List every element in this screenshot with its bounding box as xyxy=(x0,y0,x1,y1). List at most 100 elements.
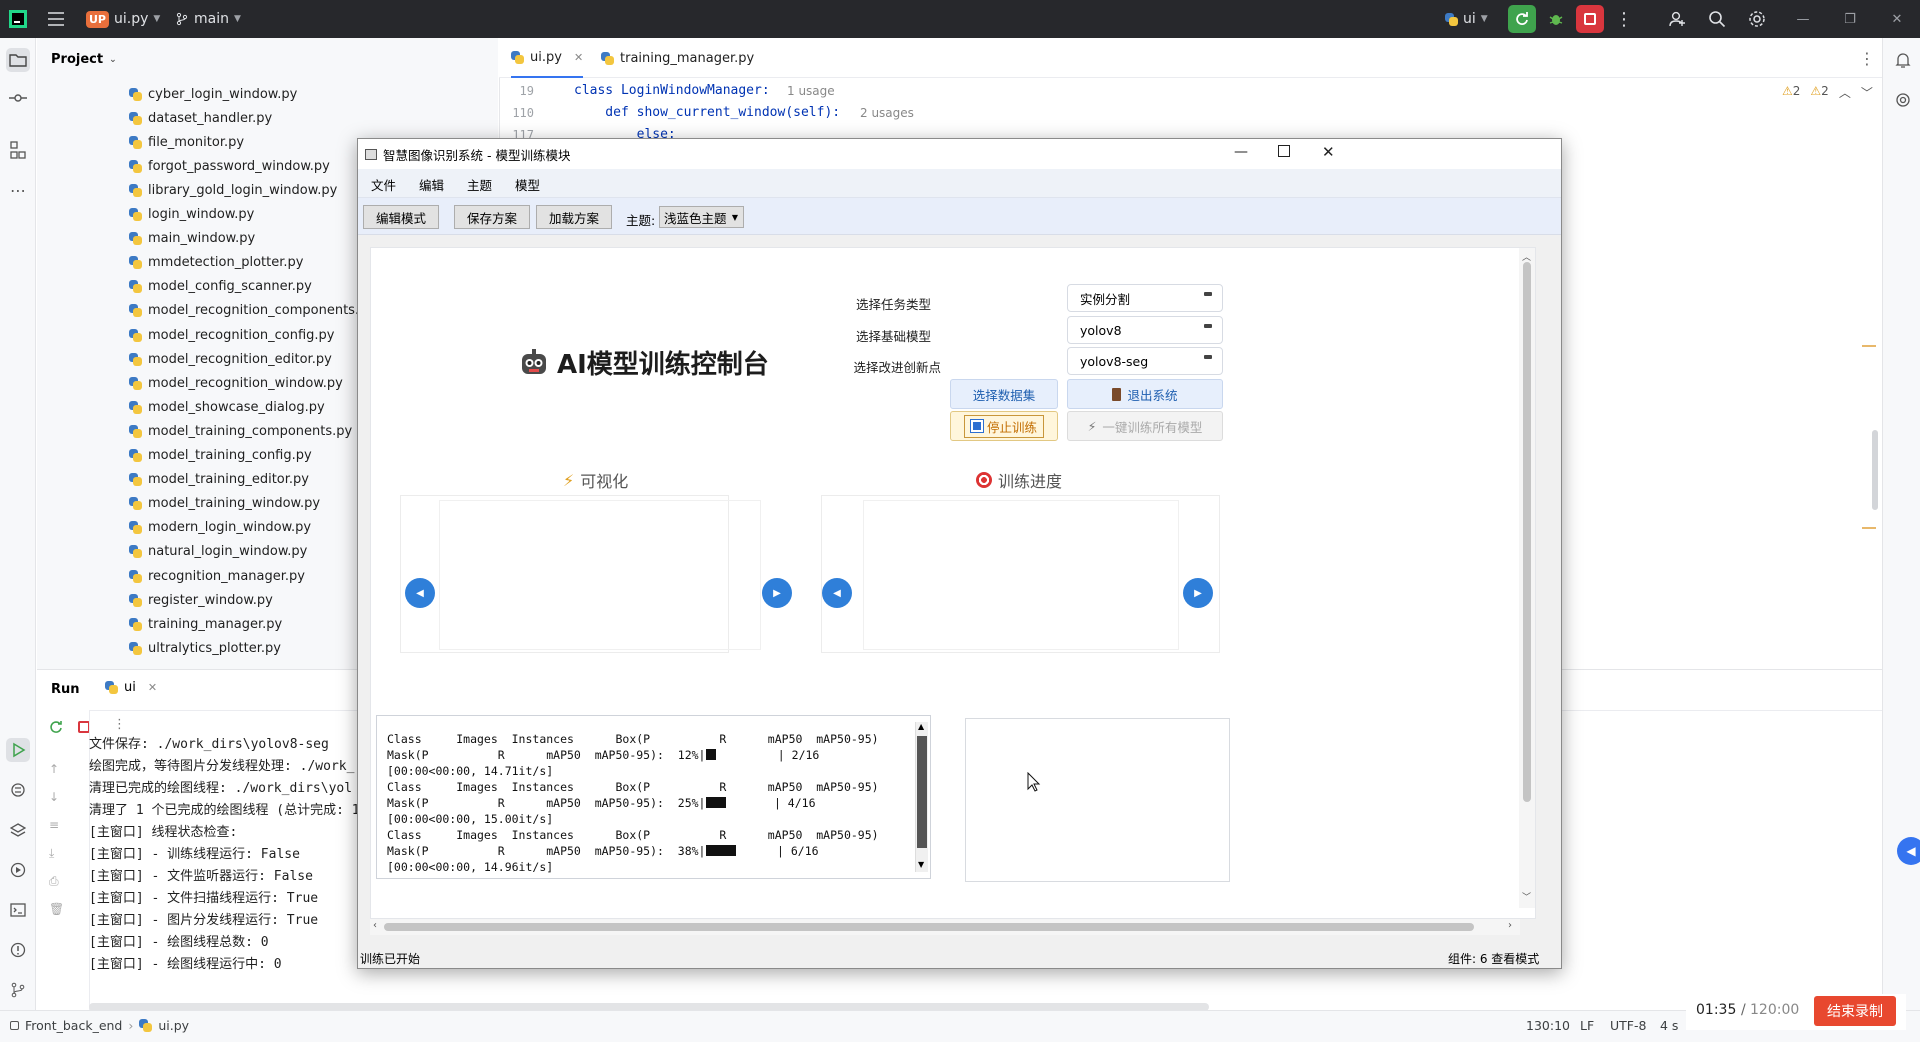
canvas-vertical-scrollbar[interactable]: ︿ ﹀ xyxy=(1519,248,1535,908)
stop-training-button[interactable]: 停止训练 xyxy=(950,411,1058,441)
chevron-down-icon[interactable]: ▼ xyxy=(918,860,924,869)
git-icon[interactable] xyxy=(6,978,30,1002)
train-all-button[interactable]: ⚡ 一键训练所有模型 xyxy=(1067,411,1223,441)
chevron-down-icon[interactable]: ﹀ xyxy=(1861,84,1873,101)
down-arrow-icon[interactable]: ↓ xyxy=(49,783,64,811)
project-file-item[interactable]: model_recognition_components.py xyxy=(129,301,375,321)
scroll-end-icon[interactable]: ⤓ xyxy=(49,839,64,867)
minimize-icon[interactable]: — xyxy=(1234,144,1248,160)
run-tool-icon[interactable] xyxy=(6,738,30,762)
project-file-item[interactable]: ultralytics_plotter.py xyxy=(129,638,281,658)
chevron-up-icon[interactable]: ▲ xyxy=(918,722,924,731)
exit-system-button[interactable]: 退出系统 xyxy=(1067,379,1223,409)
chevron-left-icon[interactable]: ‹ xyxy=(373,920,377,931)
tab-training-manager-py[interactable]: training_manager.py xyxy=(601,38,754,78)
caret-position[interactable]: 130:10 xyxy=(1526,1018,1570,1033)
save-plan-button[interactable]: 保存方案 xyxy=(454,205,531,229)
services-icon[interactable] xyxy=(6,858,30,882)
project-file-item[interactable]: dataset_handler.py xyxy=(129,108,272,128)
commit-icon[interactable] xyxy=(6,86,30,110)
folder-icon[interactable] xyxy=(6,48,30,72)
log-scrollbar[interactable]: ▲ ▼ xyxy=(915,722,928,872)
progress-next-button[interactable]: ▶ xyxy=(1183,578,1213,608)
project-file-item[interactable]: login_window.py xyxy=(129,205,254,225)
close-icon[interactable]: ✕ xyxy=(1883,5,1911,33)
log-scroll-thumb[interactable] xyxy=(917,736,927,848)
innovation-select[interactable]: yolov8-seg xyxy=(1067,347,1223,375)
up-arrow-icon[interactable]: ↑ xyxy=(49,755,64,783)
line-separator[interactable]: LF xyxy=(1580,1018,1594,1033)
project-file-item[interactable]: model_training_components.py xyxy=(129,421,352,441)
progress-prev-button[interactable]: ◀ xyxy=(822,578,852,608)
project-file-item[interactable]: mmdetection_plotter.py xyxy=(129,253,303,273)
select-dataset-button[interactable]: 选择数据集 xyxy=(950,379,1058,409)
project-file-item[interactable]: model_training_editor.py xyxy=(129,470,309,490)
minimize-icon[interactable]: — xyxy=(1789,5,1817,33)
wrap-icon[interactable]: ≡ xyxy=(49,811,64,839)
project-file-item[interactable]: model_recognition_window.py xyxy=(129,373,343,393)
project-file-item[interactable]: model_training_window.py xyxy=(129,494,320,514)
chevron-right-icon[interactable]: › xyxy=(1508,920,1512,931)
project-file-item[interactable]: training_manager.py xyxy=(129,614,282,634)
settings-button[interactable] xyxy=(1743,5,1771,33)
more-actions-icon[interactable]: ⋮ xyxy=(113,717,126,732)
problems-icon[interactable] xyxy=(6,938,30,962)
chevron-up-icon[interactable]: ︿ xyxy=(1839,84,1851,101)
notifications-icon[interactable] xyxy=(1891,48,1915,72)
theme-select[interactable]: 浅蓝色主题 ▼ xyxy=(659,206,744,228)
python-console-icon[interactable] xyxy=(6,778,30,802)
training-log[interactable]: Class Images Instances Box(P R mAP50 mAP… xyxy=(376,715,931,879)
more-tools-icon[interactable]: ⋯ xyxy=(6,178,30,202)
inspection-widget[interactable]: ⚠2 ⚠2 ︿ ﹀ xyxy=(1782,84,1873,101)
debug-button[interactable] xyxy=(1542,5,1570,33)
h-scroll-thumb[interactable] xyxy=(384,923,1474,931)
indent-setting[interactable]: 4 s xyxy=(1660,1018,1678,1033)
project-file-item[interactable]: model_showcase_dialog.py xyxy=(129,397,325,417)
project-file-item[interactable]: library_gold_login_window.py xyxy=(129,180,337,200)
canvas-horizontal-scrollbar[interactable]: ‹ › xyxy=(370,919,1520,935)
layers-icon[interactable] xyxy=(6,818,30,842)
project-file-item[interactable]: modern_login_window.py xyxy=(129,518,311,538)
visual-next-button[interactable]: ▶ xyxy=(762,578,792,608)
edit-mode-button[interactable]: 编辑模式 xyxy=(363,205,440,229)
trash-icon[interactable]: 🗑 xyxy=(49,895,64,923)
menu-file[interactable]: 文件 xyxy=(371,175,396,194)
menu-edit[interactable]: 编辑 xyxy=(419,175,444,194)
close-tab-icon[interactable]: ✕ xyxy=(148,681,157,694)
run-config-selector[interactable]: ui ▼ xyxy=(1445,0,1488,38)
scroll-thumb[interactable] xyxy=(1523,262,1531,802)
project-file-item[interactable]: model_config_scanner.py xyxy=(129,277,312,297)
breadcrumb-file[interactable]: ui.py xyxy=(158,1018,189,1033)
breadcrumb-root[interactable]: Front_back_end xyxy=(25,1018,122,1033)
more-actions-icon[interactable]: ⋮ xyxy=(1610,5,1638,33)
search-button[interactable] xyxy=(1703,5,1731,33)
usage-hint[interactable]: 2 usages xyxy=(860,106,914,120)
main-menu-icon[interactable] xyxy=(47,0,65,38)
restore-icon[interactable]: ❐ xyxy=(1836,5,1864,33)
project-file-item[interactable]: natural_login_window.py xyxy=(129,542,307,562)
maximize-icon[interactable] xyxy=(1278,145,1290,157)
visual-prev-button[interactable]: ◀ xyxy=(405,578,435,608)
project-file-item[interactable]: main_window.py xyxy=(129,229,255,249)
project-file-item[interactable]: forgot_password_window.py xyxy=(129,156,330,176)
close-tab-icon[interactable]: ✕ xyxy=(574,51,583,64)
load-plan-button[interactable]: 加载方案 xyxy=(536,205,613,229)
tab-ui-py[interactable]: ui.py ✕ xyxy=(511,38,584,78)
project-file-item[interactable]: recognition_manager.py xyxy=(129,566,305,586)
rerun-button[interactable] xyxy=(1508,5,1536,33)
chevron-down-icon[interactable]: ﹀ xyxy=(1522,890,1531,903)
stop-recording-button[interactable]: 结束录制 xyxy=(1814,996,1896,1026)
editor-options-icon[interactable]: ⋮ xyxy=(1859,38,1875,78)
add-user-button[interactable] xyxy=(1663,5,1691,33)
branch-switcher[interactable]: main ▼ xyxy=(175,0,241,38)
close-icon[interactable]: ✕ xyxy=(1322,143,1335,161)
rerun-icon[interactable] xyxy=(49,720,63,734)
breadcrumb[interactable]: Front_back_end › ui.py xyxy=(10,1018,189,1033)
project-switcher[interactable]: UP ui.py ▼ xyxy=(86,0,160,38)
menu-theme[interactable]: 主题 xyxy=(467,175,492,194)
project-panel-header[interactable]: Project ⌄ xyxy=(51,52,117,67)
usage-hint[interactable]: 1 usage xyxy=(787,84,835,98)
project-file-item[interactable]: file_monitor.py xyxy=(129,132,244,152)
collapse-arrow-icon[interactable]: ◀ xyxy=(1897,837,1920,865)
stop-button[interactable] xyxy=(1576,5,1604,33)
